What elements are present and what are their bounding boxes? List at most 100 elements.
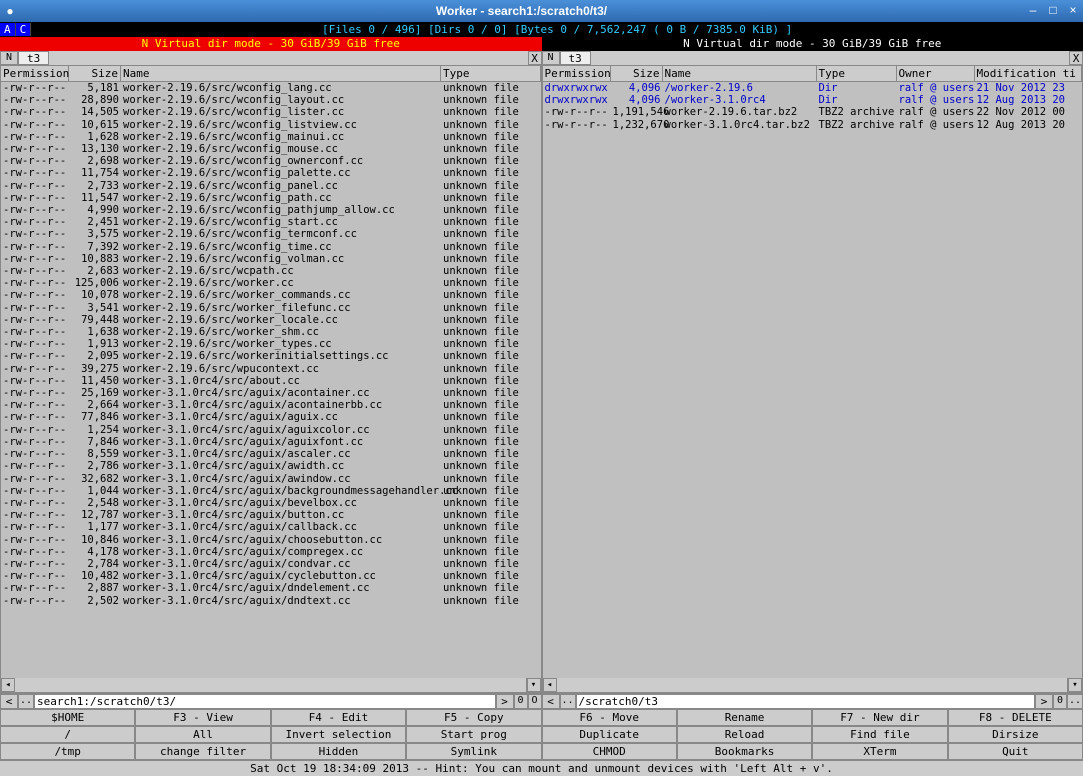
minimize-button[interactable]: – bbox=[1023, 3, 1043, 19]
hdr-size[interactable]: Size bbox=[69, 66, 121, 81]
table-row[interactable]: -rw-r--r--5,181worker-2.19.6/src/wconfig… bbox=[1, 82, 541, 94]
function-button[interactable]: Dirsize bbox=[948, 726, 1083, 743]
tab-right[interactable]: t3 bbox=[560, 51, 591, 65]
function-button[interactable]: /tmp bbox=[0, 743, 135, 760]
function-button[interactable]: Duplicate bbox=[542, 726, 677, 743]
table-row[interactable]: -rw-r--r--10,615worker-2.19.6/src/wconfi… bbox=[1, 119, 541, 131]
table-row[interactable]: -rw-r--r--11,450worker-3.1.0rc4/src/abou… bbox=[1, 375, 541, 387]
close-tab-right[interactable]: X bbox=[1069, 51, 1083, 65]
table-row[interactable]: -rw-r--r--1,638worker-2.19.6/src/worker_… bbox=[1, 326, 541, 338]
hdr-size-r[interactable]: Size bbox=[611, 66, 663, 81]
scroll-left-btn-r[interactable]: ◂ bbox=[543, 678, 557, 692]
table-row[interactable]: -rw-r--r--1,044worker-3.1.0rc4/src/aguix… bbox=[1, 485, 541, 497]
maximize-button[interactable]: □ bbox=[1043, 3, 1063, 19]
table-row[interactable]: -rw-r--r--8,559worker-3.1.0rc4/src/aguix… bbox=[1, 448, 541, 460]
close-tab-left[interactable]: X bbox=[528, 51, 542, 65]
table-row[interactable]: -rw-r--r--2,698worker-2.19.6/src/wconfig… bbox=[1, 155, 541, 167]
function-button[interactable]: Symlink bbox=[406, 743, 541, 760]
table-row[interactable]: -rw-r--r--39,275worker-2.19.6/src/wpucon… bbox=[1, 363, 541, 375]
hdr-perm-r[interactable]: Permission bbox=[543, 66, 611, 81]
path-input-right[interactable] bbox=[576, 694, 1036, 709]
table-row[interactable]: -rw-r--r--2,451worker-2.19.6/src/wconfig… bbox=[1, 216, 541, 228]
table-row[interactable]: -rw-r--r--2,095worker-2.19.6/src/workeri… bbox=[1, 350, 541, 362]
table-row[interactable]: -rw-r--r--2,502worker-3.1.0rc4/src/aguix… bbox=[1, 595, 541, 607]
hidden-count-right[interactable]: 0 bbox=[1053, 694, 1067, 709]
table-row[interactable]: -rw-r--r--2,664worker-3.1.0rc4/src/aguix… bbox=[1, 399, 541, 411]
c-button[interactable]: C bbox=[16, 23, 32, 36]
table-row[interactable]: -rw-r--r--14,505worker-2.19.6/src/wconfi… bbox=[1, 106, 541, 118]
path-dots-right-2[interactable]: .. bbox=[1067, 694, 1083, 709]
table-row[interactable]: -rw-r--r--2,733worker-2.19.6/src/wconfig… bbox=[1, 180, 541, 192]
function-button[interactable]: F6 - Move bbox=[542, 709, 677, 726]
hidden-toggle-left[interactable]: O bbox=[528, 694, 542, 709]
function-button[interactable]: Reload bbox=[677, 726, 812, 743]
table-row[interactable]: -rw-r--r--2,683worker-2.19.6/src/wcpath.… bbox=[1, 265, 541, 277]
table-row[interactable]: -rw-r--r--10,078worker-2.19.6/src/worker… bbox=[1, 289, 541, 301]
table-row[interactable]: -rw-r--r--12,787worker-3.1.0rc4/src/agui… bbox=[1, 509, 541, 521]
table-row[interactable]: -rw-r--r--32,682worker-3.1.0rc4/src/agui… bbox=[1, 473, 541, 485]
table-row[interactable]: -rw-r--r--2,548worker-3.1.0rc4/src/aguix… bbox=[1, 497, 541, 509]
function-button[interactable]: F3 - View bbox=[135, 709, 270, 726]
table-row[interactable]: -rw-r--r--7,846worker-3.1.0rc4/src/aguix… bbox=[1, 436, 541, 448]
function-button[interactable]: All bbox=[135, 726, 270, 743]
hidden-count-left[interactable]: 0 bbox=[514, 694, 528, 709]
table-row[interactable]: -rw-r--r--10,482worker-3.1.0rc4/src/agui… bbox=[1, 570, 541, 582]
hdr-perm[interactable]: Permission bbox=[1, 66, 69, 81]
table-row[interactable]: -rw-r--r--1,913worker-2.19.6/src/worker_… bbox=[1, 338, 541, 350]
scroll-down-btn-r[interactable]: ▾ bbox=[1068, 678, 1082, 692]
table-row[interactable]: -rw-r--r--28,890worker-2.19.6/src/wconfi… bbox=[1, 94, 541, 106]
table-row[interactable]: -rw-r--r--125,006worker-2.19.6/src/worke… bbox=[1, 277, 541, 289]
file-list-right[interactable]: drwxrwxrwx4,096/worker-2.19.6Dirralf @ u… bbox=[543, 82, 1083, 678]
table-row[interactable]: -rw-r--r--10,846worker-3.1.0rc4/src/agui… bbox=[1, 534, 541, 546]
table-row[interactable]: drwxrwxrwx4,096/worker-3.1.0rc4Dirralf @… bbox=[543, 94, 1083, 106]
path-next-right[interactable]: > bbox=[1035, 694, 1053, 709]
table-row[interactable]: -rw-r--r--2,786worker-3.1.0rc4/src/aguix… bbox=[1, 460, 541, 472]
path-input-left[interactable] bbox=[34, 694, 496, 709]
table-row[interactable]: -rw-r--r--3,575worker-2.19.6/src/wconfig… bbox=[1, 228, 541, 240]
scroll-down-btn[interactable]: ▾ bbox=[527, 678, 541, 692]
function-button[interactable]: Find file bbox=[812, 726, 947, 743]
table-row[interactable]: -rw-r--r--11,754worker-2.19.6/src/wconfi… bbox=[1, 167, 541, 179]
function-button[interactable]: $HOME bbox=[0, 709, 135, 726]
function-button[interactable]: Bookmarks bbox=[677, 743, 812, 760]
function-button[interactable]: F7 - New dir bbox=[812, 709, 947, 726]
scroll-left-btn[interactable]: ◂ bbox=[1, 678, 15, 692]
close-button[interactable]: × bbox=[1063, 3, 1083, 19]
a-button[interactable]: A bbox=[0, 23, 16, 36]
table-row[interactable]: -rw-r--r--1,177worker-3.1.0rc4/src/aguix… bbox=[1, 521, 541, 533]
function-button[interactable]: XTerm bbox=[812, 743, 947, 760]
table-row[interactable]: -rw-r--r--11,547worker-2.19.6/src/wconfi… bbox=[1, 192, 541, 204]
function-button[interactable]: / bbox=[0, 726, 135, 743]
path-next-left[interactable]: > bbox=[496, 694, 514, 709]
function-button[interactable]: Hidden bbox=[271, 743, 406, 760]
hdr-name-r[interactable]: Name bbox=[663, 66, 817, 81]
table-row[interactable]: -rw-r--r--1,191,546worker-2.19.6.tar.bz2… bbox=[543, 106, 1083, 118]
table-row[interactable]: -rw-r--r--3,541worker-2.19.6/src/worker_… bbox=[1, 302, 541, 314]
new-tab-right[interactable]: N bbox=[542, 51, 560, 65]
tab-left[interactable]: t3 bbox=[18, 51, 49, 65]
table-row[interactable]: -rw-r--r--25,169worker-3.1.0rc4/src/agui… bbox=[1, 387, 541, 399]
file-list-left[interactable]: -rw-r--r--5,181worker-2.19.6/src/wconfig… bbox=[1, 82, 541, 678]
table-row[interactable]: -rw-r--r--10,883worker-2.19.6/src/wconfi… bbox=[1, 253, 541, 265]
function-button[interactable]: Quit bbox=[948, 743, 1083, 760]
table-row[interactable]: -rw-r--r--1,232,670worker-3.1.0rc4.tar.b… bbox=[543, 119, 1083, 131]
new-tab-left[interactable]: N bbox=[0, 51, 18, 65]
function-button[interactable]: Start prog bbox=[406, 726, 541, 743]
table-row[interactable]: -rw-r--r--4,990worker-2.19.6/src/wconfig… bbox=[1, 204, 541, 216]
table-row[interactable]: drwxrwxrwx4,096/worker-2.19.6Dirralf @ u… bbox=[543, 82, 1083, 94]
table-row[interactable]: -rw-r--r--2,887worker-3.1.0rc4/src/aguix… bbox=[1, 582, 541, 594]
function-button[interactable]: F4 - Edit bbox=[271, 709, 406, 726]
table-row[interactable]: -rw-r--r--2,784worker-3.1.0rc4/src/aguix… bbox=[1, 558, 541, 570]
table-row[interactable]: -rw-r--r--77,846worker-3.1.0rc4/src/agui… bbox=[1, 411, 541, 423]
hdr-name[interactable]: Name bbox=[121, 66, 441, 81]
table-row[interactable]: -rw-r--r--1,628worker-2.19.6/src/wconfig… bbox=[1, 131, 541, 143]
function-button[interactable]: F5 - Copy bbox=[406, 709, 541, 726]
hdr-mod-r[interactable]: Modification ti bbox=[975, 66, 1083, 81]
function-button[interactable]: change filter bbox=[135, 743, 270, 760]
path-prev-left[interactable]: < bbox=[0, 694, 18, 709]
hdr-type[interactable]: Type bbox=[441, 66, 541, 81]
function-button[interactable]: Invert selection bbox=[271, 726, 406, 743]
table-row[interactable]: -rw-r--r--4,178worker-3.1.0rc4/src/aguix… bbox=[1, 546, 541, 558]
function-button[interactable]: CHMOD bbox=[542, 743, 677, 760]
table-row[interactable]: -rw-r--r--13,130worker-2.19.6/src/wconfi… bbox=[1, 143, 541, 155]
